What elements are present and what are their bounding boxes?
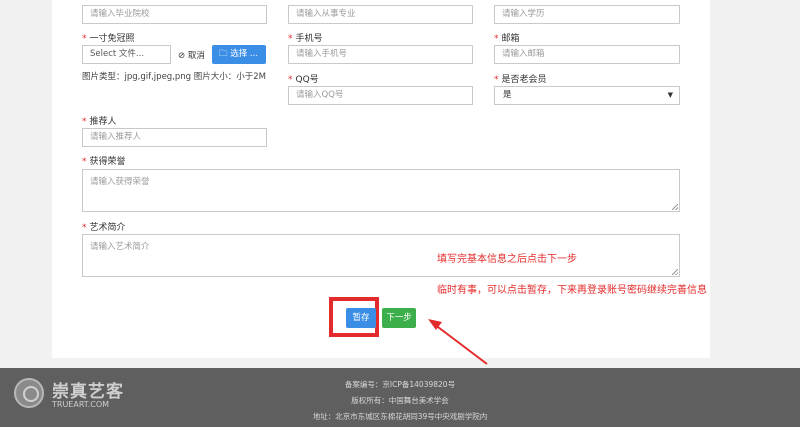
watermark-en: TRUEART.COM — [52, 400, 110, 409]
annotation-arrow — [428, 319, 488, 365]
footer-address: 地址：北京市东城区东棉花胡同39号中央戏剧学院内 — [312, 412, 488, 421]
watermark-cn: 崇真艺客 — [52, 382, 124, 402]
watermark-mark-icon — [14, 378, 44, 408]
